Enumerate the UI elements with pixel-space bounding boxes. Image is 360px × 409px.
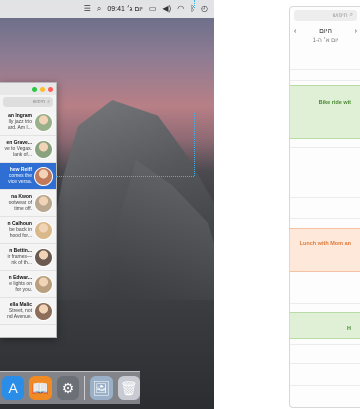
menu-clock[interactable]: 09:41 יום ג׳ [107, 6, 142, 13]
conversation-item[interactable]: n Edwar... e lights on for you. [0, 271, 56, 298]
today-button[interactable]: היום [319, 28, 332, 35]
conversation-item[interactable]: n Calhoun be back in hood for... [0, 217, 56, 244]
avatar [34, 112, 53, 132]
conversation-snippet-line: ard. Am I... [7, 125, 32, 131]
zoom-button[interactable] [32, 86, 37, 92]
avatar [34, 247, 53, 267]
conversation-item[interactable]: na Kwon ootwear of time off. [0, 190, 56, 217]
minimize-button[interactable] [40, 86, 45, 92]
avatar [34, 220, 53, 240]
next-day-button[interactable]: › [355, 28, 357, 35]
callout-line [56, 176, 194, 177]
calendar-nav: ‹ היום › [290, 24, 360, 38]
calendar-event[interactable]: Bike ride wit [290, 85, 360, 139]
hour-gridline [290, 197, 360, 198]
dock: A 📖 ⚙ 🖼 🗑 [0, 371, 140, 404]
hour-gridline [290, 147, 360, 148]
conversation-snippet-line: nk of th... [11, 260, 32, 266]
avatar [34, 166, 53, 186]
conversation-preview: an Ingram lly jazz trio ard. Am I... [0, 113, 34, 131]
conversation-snippet-line: for you. [15, 287, 32, 293]
callout-line [194, 0, 195, 8]
calendar-search-input[interactable]: חיפוש ⌕ [294, 10, 357, 21]
hour-gridline [290, 218, 360, 219]
volume-icon[interactable]: ◀) [162, 0, 171, 18]
app-store-icon[interactable]: A [2, 376, 25, 400]
conversation-item[interactable]: en Grave... ve to Vegas. lank of... [0, 136, 56, 163]
avatar [34, 193, 53, 213]
search-placeholder: חיפוש [332, 12, 348, 19]
messages-window: חיפוש ⌕ an Ingram lly jazz trio ard. Am I.… [0, 82, 57, 338]
hour-gridline [290, 363, 360, 364]
avatar [34, 274, 53, 294]
conversation-snippet-line: hood for... [9, 233, 32, 239]
dock-separator [84, 376, 86, 400]
messages-search-input[interactable]: חיפוש ⌕ [3, 97, 53, 107]
hour-gridline [290, 303, 360, 304]
close-button[interactable] [48, 86, 53, 92]
calendar-event[interactable]: H [290, 312, 360, 339]
conversation-item[interactable]: an Ingram lly jazz trio ard. Am I... [0, 109, 56, 136]
battery-icon[interactable]: ▭ [149, 0, 157, 18]
callout-line [194, 113, 195, 176]
search-icon[interactable]: ⌕ [97, 0, 101, 18]
avatar [34, 301, 53, 321]
system-preferences-icon[interactable]: ⚙ [56, 376, 80, 400]
conversation-preview: n Calhoun be back in hood for... [0, 221, 34, 239]
search-icon: ⌕ [349, 12, 353, 18]
hour-gridline [290, 69, 360, 70]
conversation-preview: en Grave... ve to Vegas. lank of... [0, 140, 34, 158]
desktop-screen: ☰ ⌕ 09:41 יום ג׳ ▭ ◀) ◠ ᛒ ◴ חיפוש ⌕ an I… [0, 0, 214, 409]
conversation-item[interactable]: hew Reiff comes the vice versa. [0, 163, 56, 190]
hour-gridline [290, 385, 360, 386]
time-machine-icon[interactable]: ◴ [201, 0, 208, 18]
wifi-icon[interactable]: ◠ [177, 0, 184, 18]
conversation-preview: ella Malic Street, not nd Avenue. [0, 302, 34, 320]
trash-icon[interactable]: 🗑 [117, 376, 140, 400]
menu-bar: ☰ ⌕ 09:41 יום ג׳ ▭ ◀) ◠ ᛒ ◴ [0, 0, 214, 18]
search-icon: ⌕ [47, 99, 50, 105]
conversation-list: an Ingram lly jazz trio ard. Am I... en Gra… [0, 109, 56, 325]
conversation-item[interactable]: ella Malic Street, not nd Avenue. [0, 298, 56, 325]
conversation-snippet-line: lank of... [13, 152, 32, 158]
calendar-event[interactable]: Lunch with Mom an [290, 228, 360, 272]
conversation-snippet-line: nd Avenue. [7, 314, 32, 320]
messages-titlebar [0, 83, 56, 95]
search-placeholder: חיפוש [32, 99, 46, 105]
calendar-window: חיפוש ⌕ ‹ היום › יום א׳ ה-1 Bike ride wi… [289, 6, 360, 408]
conversation-preview: n Bettin... ir frames— nk of th... [0, 248, 34, 266]
conversation-snippet-line: time off. [14, 206, 32, 212]
preview-icon[interactable]: 🖼 [90, 376, 113, 400]
list-icon[interactable]: ☰ [84, 0, 91, 18]
hour-gridline [290, 80, 360, 81]
ibooks-icon[interactable]: 📖 [29, 376, 52, 400]
conversation-snippet-line: vice versa. [8, 179, 32, 185]
avatar [34, 139, 53, 159]
day-label: יום א׳ ה-1 [312, 38, 339, 44]
conversation-preview: na Kwon ootwear of time off. [0, 194, 34, 212]
conversation-preview: n Edwar... e lights on for you. [0, 275, 34, 293]
conversation-item[interactable]: n Bettin... ir frames— nk of th... [0, 244, 56, 271]
hour-gridline [290, 344, 360, 345]
conversation-preview: hew Reiff comes the vice versa. [0, 167, 34, 185]
prev-day-button[interactable]: ‹ [294, 28, 296, 35]
